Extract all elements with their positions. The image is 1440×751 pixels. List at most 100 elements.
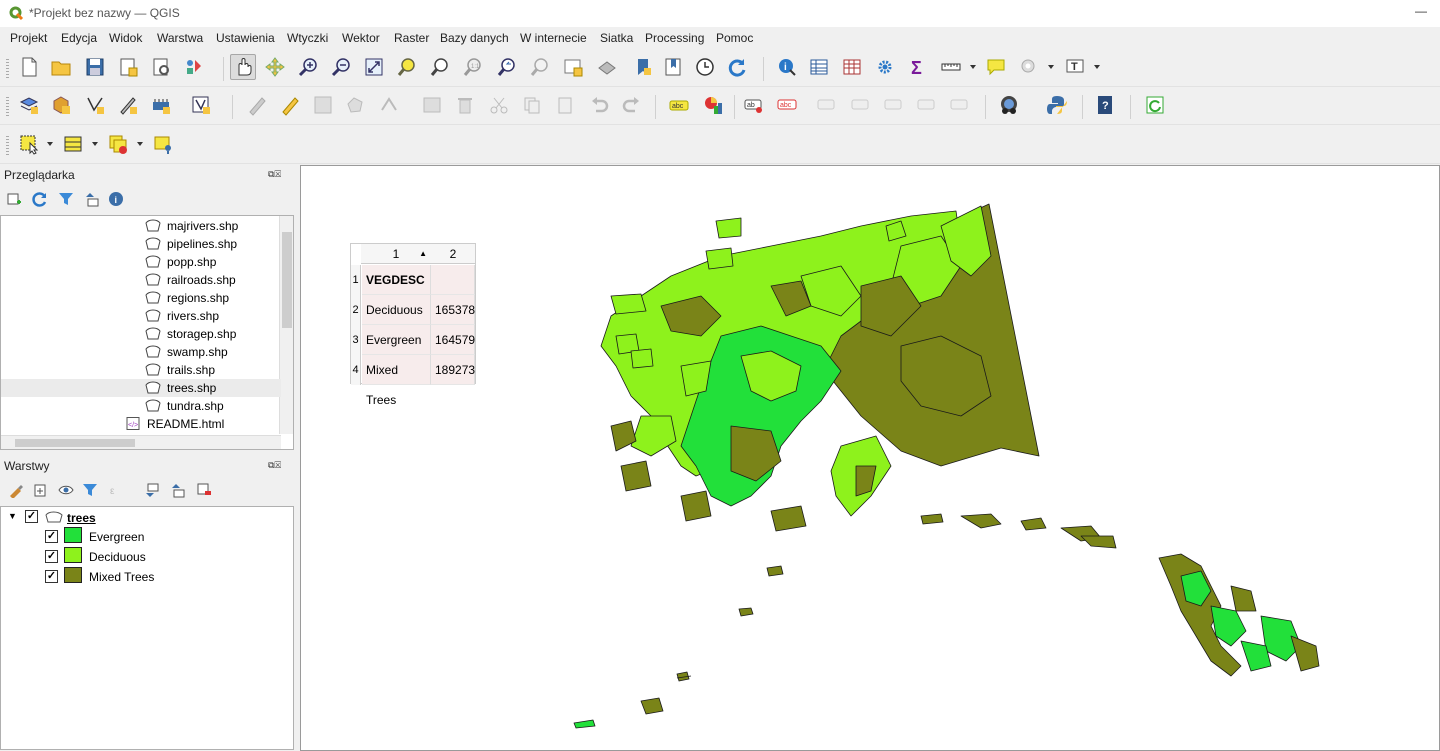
table-cell[interactable]: 165378 xyxy=(431,295,475,325)
data-source-manager-icon[interactable] xyxy=(16,92,42,118)
new-temporary-layer-icon[interactable] xyxy=(188,92,214,118)
pan-map-icon[interactable] xyxy=(230,54,256,80)
table-row-header[interactable]: 2 xyxy=(351,295,361,325)
text-annotation-icon[interactable]: T xyxy=(1062,54,1088,80)
minimize-button[interactable]: — xyxy=(1414,4,1428,18)
browser-item[interactable]: popp.shp xyxy=(1,253,281,271)
add-selected-layers-icon[interactable] xyxy=(4,189,24,209)
select-by-location-icon[interactable] xyxy=(150,131,176,157)
toggle-display-unplaced-labels-icon[interactable]: abc xyxy=(774,92,800,118)
new-map-view-icon[interactable] xyxy=(560,54,586,80)
menu-projekt[interactable]: Projekt xyxy=(10,31,47,45)
table-row-header[interactable]: 4 xyxy=(351,355,361,385)
open-project-icon[interactable] xyxy=(48,54,74,80)
manage-visibility-icon[interactable] xyxy=(56,480,76,500)
select-features-icon[interactable] xyxy=(16,131,42,157)
rotate-label-icon[interactable] xyxy=(914,92,940,118)
class-checkbox-deciduous[interactable]: ✓ xyxy=(45,550,58,563)
zoom-to-selection-icon[interactable] xyxy=(394,54,420,80)
new-shapefile-layer-icon[interactable] xyxy=(82,92,108,118)
browser-vertical-scrollbar[interactable] xyxy=(279,216,293,434)
map-tips-icon[interactable] xyxy=(983,54,1009,80)
remove-layer-icon[interactable] xyxy=(194,480,214,500)
undo-icon[interactable] xyxy=(586,92,612,118)
zoom-native-icon[interactable]: 1:1 xyxy=(460,54,486,80)
annotation-icon[interactable] xyxy=(1016,54,1042,80)
cut-features-icon[interactable] xyxy=(486,92,512,118)
toolbar-grip[interactable] xyxy=(6,136,9,156)
zoom-in-icon[interactable] xyxy=(295,54,321,80)
vertex-tool-icon[interactable] xyxy=(376,92,402,118)
menu-wektor[interactable]: Wektor xyxy=(342,31,380,45)
refresh-icon[interactable] xyxy=(724,54,750,80)
table-cell[interactable]: 164579 xyxy=(431,325,475,355)
statistical-summary-icon[interactable]: Σ xyxy=(905,54,931,80)
collapse-all-icon[interactable] xyxy=(82,189,102,209)
class-checkbox-evergreen[interactable]: ✓ xyxy=(45,530,58,543)
paste-features-icon[interactable] xyxy=(552,92,578,118)
new-project-icon[interactable] xyxy=(16,54,42,80)
zoom-full-icon[interactable] xyxy=(361,54,387,80)
toggle-editing-icon[interactable] xyxy=(277,92,303,118)
statistics-table-icon[interactable] xyxy=(839,54,865,80)
zoom-next-icon[interactable] xyxy=(527,54,553,80)
bookmarks-icon[interactable] xyxy=(660,54,686,80)
open-attribute-table-icon[interactable] xyxy=(806,54,832,80)
new-spatialite-layer-icon[interactable] xyxy=(115,92,141,118)
browser-item[interactable]: storagep.shp xyxy=(1,325,281,343)
plugin-update-icon[interactable] xyxy=(1142,92,1168,118)
menu-wtyczki[interactable]: Wtyczki xyxy=(287,31,328,45)
collapse-arrow-icon[interactable]: ▼ xyxy=(8,511,17,521)
browser-item[interactable]: regions.shp xyxy=(1,289,281,307)
save-project-icon[interactable] xyxy=(82,54,108,80)
menu-pomoc[interactable]: Pomoc xyxy=(716,31,753,45)
layers-panel-controls[interactable]: ⧉☒ xyxy=(268,460,292,470)
browser-item[interactable]: trails.shp xyxy=(1,361,281,379)
expand-all-icon[interactable] xyxy=(142,480,162,500)
menu-edycja[interactable]: Edycja xyxy=(61,31,97,45)
new-virtual-layer-icon[interactable] xyxy=(148,92,174,118)
table-cell[interactable]: Mixed Trees xyxy=(362,355,431,407)
toolbar-grip[interactable] xyxy=(6,59,9,79)
layer-name[interactable]: trees xyxy=(67,511,96,525)
move-label-icon[interactable] xyxy=(881,92,907,118)
highlight-pinned-labels-icon[interactable]: ab xyxy=(741,92,767,118)
filter-by-expression-icon[interactable]: ε xyxy=(106,480,126,500)
browser-item[interactable]: </> README.html xyxy=(1,415,281,433)
browser-item[interactable]: railroads.shp xyxy=(1,271,281,289)
delete-selected-icon[interactable] xyxy=(452,92,478,118)
table-col-header-1[interactable]: 1 ▲ xyxy=(361,244,431,264)
layer-visibility-checkbox[interactable]: ✓ xyxy=(25,510,38,523)
menu-siatka[interactable]: Siatka xyxy=(600,31,633,45)
add-group-icon[interactable] xyxy=(30,480,50,500)
browser-item[interactable]: tundra.shp xyxy=(1,397,281,415)
pin-unpin-labels-icon[interactable] xyxy=(814,92,840,118)
zoom-last-icon[interactable] xyxy=(494,54,520,80)
menu-raster[interactable]: Raster xyxy=(394,31,429,45)
settings-gear-icon[interactable] xyxy=(872,54,898,80)
zoom-out-icon[interactable] xyxy=(328,54,354,80)
layout-manager-icon[interactable] xyxy=(148,54,174,80)
filter-legend-icon[interactable] xyxy=(80,480,100,500)
redo-icon[interactable] xyxy=(619,92,645,118)
browser-horizontal-scrollbar[interactable] xyxy=(1,435,281,449)
browser-item[interactable]: trees.shp xyxy=(1,379,281,397)
show-hide-labels-icon[interactable] xyxy=(848,92,874,118)
table-cell[interactable]: VEGDESC xyxy=(362,265,431,295)
temporal-controller-icon[interactable] xyxy=(692,54,718,80)
zoom-to-layer-icon[interactable] xyxy=(427,54,453,80)
browser-item[interactable]: rivers.shp xyxy=(1,307,281,325)
table-col-header-2[interactable]: 2 xyxy=(431,244,475,264)
metasearch-icon[interactable] xyxy=(996,92,1022,118)
bookmark-new-icon[interactable] xyxy=(630,54,656,80)
table-row-header[interactable]: 1 xyxy=(351,265,361,295)
help-contents-icon[interactable]: ? xyxy=(1092,92,1118,118)
measure-line-icon[interactable] xyxy=(938,54,964,80)
new-3d-map-view-icon[interactable] xyxy=(594,54,620,80)
layer-diagram-options-icon[interactable] xyxy=(700,92,726,118)
style-manager-icon[interactable] xyxy=(181,54,207,80)
refresh-browser-icon[interactable] xyxy=(30,189,50,209)
collapse-all-layers-icon[interactable] xyxy=(168,480,188,500)
table-cell[interactable]: Deciduous xyxy=(362,295,431,325)
class-checkbox-mixed-trees[interactable]: ✓ xyxy=(45,570,58,583)
